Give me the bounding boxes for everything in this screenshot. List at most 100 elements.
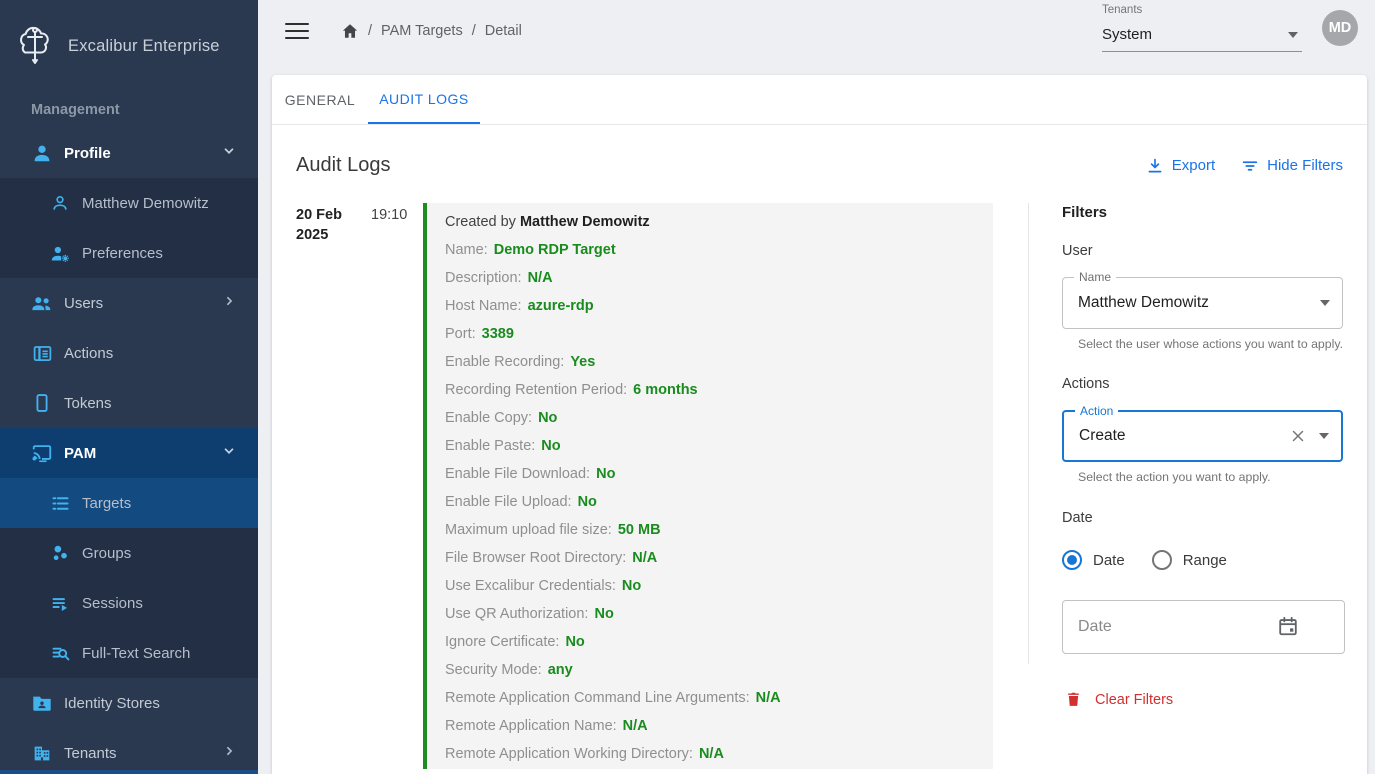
clear-filters-button[interactable]: Clear Filters <box>1065 691 1343 708</box>
log-field-value: No <box>594 606 613 622</box>
filter-user-label: User <box>1062 243 1343 259</box>
menu-toggle-button[interactable] <box>285 18 309 44</box>
log-field-row: Recording Retention Period:6 months <box>445 376 975 404</box>
smartphone-icon <box>31 392 53 414</box>
log-field-row: File Browser Root Directory:N/A <box>445 544 975 572</box>
radio-range[interactable] <box>1152 550 1172 570</box>
log-field-value: N/A <box>699 746 724 762</box>
log-field-row: Port:3389 <box>445 320 975 348</box>
tenant-value: System <box>1102 26 1152 43</box>
log-field-row: Host Name:azure-rdp <box>445 292 975 320</box>
log-field-label: Use Excalibur Credentials: <box>445 578 616 594</box>
sidebar-item-tokens[interactable]: Tokens <box>0 378 258 428</box>
download-icon <box>1146 157 1164 175</box>
date-mode-radio-group: Date Range <box>1062 550 1343 570</box>
tab-audit-logs[interactable]: AUDIT LOGS <box>368 75 480 124</box>
radio-range-label[interactable]: Range <box>1183 552 1227 569</box>
log-entry-card: Created by Matthew Demowitz Name:Demo RD… <box>423 203 993 769</box>
breadcrumb-separator: / <box>472 23 476 39</box>
clear-icon[interactable] <box>1289 427 1307 445</box>
person-icon <box>31 142 53 164</box>
sidebar-item-full-text-search[interactable]: Full-Text Search <box>0 628 258 678</box>
user-avatar[interactable]: MD <box>1322 10 1358 46</box>
sidebar-next-item-edge <box>0 770 258 774</box>
log-field-row: Remote Application Name: N/A <box>445 712 975 740</box>
user-name-select-floating-label: Name <box>1074 270 1116 284</box>
log-field-label: Ignore Certificate: <box>445 634 559 650</box>
tab-general[interactable]: GENERAL <box>272 75 368 124</box>
home-icon[interactable] <box>341 22 359 40</box>
list-icon <box>49 492 71 514</box>
date-input[interactable] <box>1062 600 1345 654</box>
sidebar-item-sessions[interactable]: Sessions <box>0 578 258 628</box>
sidebar-item-groups[interactable]: Groups <box>0 528 258 578</box>
log-field-label: Remote Application Name: <box>445 718 617 734</box>
log-entry-date: 20 Feb 2025 <box>296 205 358 769</box>
radio-date[interactable] <box>1062 550 1082 570</box>
log-field-row: Use QR Authorization:No <box>445 600 975 628</box>
log-field-row: Enable Recording:Yes <box>445 348 975 376</box>
log-field-value: No <box>565 634 584 650</box>
sidebar-item-targets[interactable]: Targets <box>0 478 258 528</box>
chevron-down-icon <box>222 444 236 462</box>
log-field-label: Security Mode: <box>445 662 542 678</box>
log-field-row: Description: N/A <box>445 264 975 292</box>
log-field-label: Enable File Download: <box>445 466 590 482</box>
log-entry-timestamp: 20 Feb 2025 19:10 <box>296 203 423 769</box>
folder-person-icon <box>31 692 53 714</box>
calendar-icon[interactable] <box>1277 615 1299 642</box>
breadcrumb-detail[interactable]: Detail <box>485 23 522 39</box>
reader-icon <box>31 342 53 364</box>
log-field-label: Description: <box>445 270 522 286</box>
dropdown-arrow-icon <box>1320 300 1330 306</box>
export-button[interactable]: Export <box>1146 157 1215 175</box>
cloud-sword-logo-icon <box>12 23 58 69</box>
sidebar-item-tenants[interactable]: Tenants <box>0 728 258 774</box>
log-field-row: Remote Application Working Directory: N/A <box>445 740 975 768</box>
filters-panel: Filters User Name Matthew Demowitz Selec… <box>1028 203 1343 769</box>
sidebar-item-users[interactable]: Users <box>0 278 258 328</box>
log-field-value: N/A <box>623 718 648 734</box>
log-field-row: Enable File Upload:No <box>445 488 975 516</box>
log-field-value: No <box>541 438 560 454</box>
user-helper-text: Select the user whose actions you want t… <box>1078 336 1350 353</box>
log-field-value: No <box>538 410 557 426</box>
audit-log-list: 20 Feb 2025 19:10 Created by Matthew Dem… <box>296 203 993 769</box>
log-field-label: Enable Copy: <box>445 410 532 426</box>
chevron-right-icon <box>223 295 236 312</box>
dropdown-arrow-icon <box>1319 433 1329 439</box>
log-field-row: Enable File Download:No <box>445 460 975 488</box>
action-select[interactable]: Action Create <box>1062 410 1343 462</box>
trash-icon <box>1065 691 1082 708</box>
log-field-row: Maximum upload file size:50 MB <box>445 516 975 544</box>
log-field-value: any <box>548 662 573 678</box>
playlist-play-icon <box>49 592 71 614</box>
filter-date-label: Date <box>1062 510 1343 526</box>
log-field-label: Host Name: <box>445 298 522 314</box>
sidebar-item-identity-stores[interactable]: Identity Stores <box>0 678 258 728</box>
log-field-value: No <box>622 578 641 594</box>
log-field-label: Name: <box>445 242 488 258</box>
sidebar-item-profile[interactable]: Profile <box>0 128 258 178</box>
log-field-value: N/A <box>528 270 553 286</box>
log-field-label: Remote Application Working Directory: <box>445 746 693 762</box>
hide-filters-button[interactable]: Hide Filters <box>1241 157 1343 175</box>
detail-tabs: GENERAL AUDIT LOGS <box>272 75 1367 125</box>
log-field-row: Enable Copy: No <box>445 404 975 432</box>
action-select-value: Create <box>1079 427 1126 445</box>
log-entry-time: 19:10 <box>371 205 407 769</box>
sidebar-item-actions[interactable]: Actions <box>0 328 258 378</box>
sidebar-item-preferences[interactable]: Preferences <box>0 228 258 278</box>
log-created-by: Created by Matthew Demowitz <box>445 208 975 236</box>
log-field-value: N/A <box>632 550 657 566</box>
breadcrumb-pam-targets[interactable]: PAM Targets <box>381 23 463 39</box>
dropdown-arrow-icon <box>1288 32 1298 38</box>
tenant-select[interactable]: System <box>1102 18 1302 52</box>
user-name-select[interactable]: Name Matthew Demowitz <box>1062 277 1343 329</box>
building-icon <box>31 742 53 764</box>
sidebar-item-matthew-demowitz[interactable]: Matthew Demowitz <box>0 178 258 228</box>
radio-date-label[interactable]: Date <box>1093 552 1125 569</box>
chevron-down-icon <box>222 144 236 162</box>
sidebar-item-pam[interactable]: PAM <box>0 428 258 478</box>
log-field-value: 50 MB <box>618 522 661 538</box>
